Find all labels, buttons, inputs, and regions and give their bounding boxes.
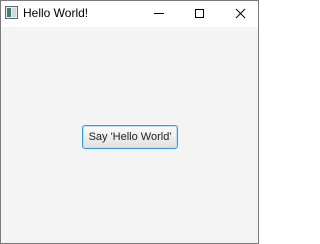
maximize-icon	[195, 9, 204, 18]
title-bar[interactable]: Hello World!	[1, 1, 258, 27]
minimize-button[interactable]	[138, 1, 178, 27]
java-app-icon[interactable]	[5, 6, 18, 19]
content-area: Say 'Hello World'	[1, 27, 258, 243]
app-icon-right-bar	[12, 8, 16, 17]
close-icon	[235, 8, 246, 19]
app-window: Hello World! Say 'Hello World'	[0, 0, 259, 244]
app-icon-left-bar	[7, 8, 11, 17]
window-title: Hello World!	[23, 6, 89, 20]
minimize-icon	[154, 13, 164, 14]
maximize-button[interactable]	[179, 1, 219, 27]
say-hello-world-button[interactable]: Say 'Hello World'	[82, 125, 178, 149]
close-button[interactable]	[220, 1, 260, 27]
